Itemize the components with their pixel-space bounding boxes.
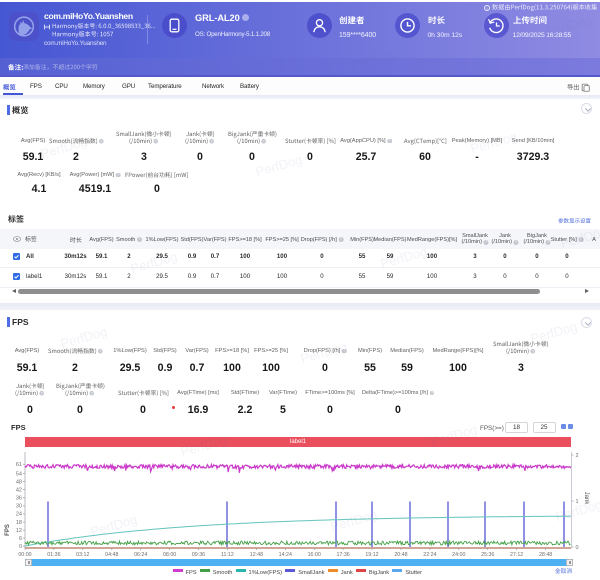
svg-text:16:00: 16:00: [308, 552, 321, 558]
svg-text:09:36: 09:36: [192, 552, 205, 558]
svg-text:61: 61: [16, 462, 22, 468]
svg-text:14:24: 14:24: [279, 552, 292, 558]
svg-text:36: 36: [16, 496, 22, 502]
svg-text:00:00: 00:00: [18, 552, 31, 558]
svg-text:12: 12: [16, 528, 22, 534]
svg-text:12:48: 12:48: [250, 552, 263, 558]
svg-text:22:24: 22:24: [423, 552, 436, 558]
svg-text:6: 6: [19, 536, 22, 542]
svg-text:24:00: 24:00: [452, 552, 465, 558]
svg-text:48: 48: [16, 479, 22, 485]
svg-text:1: 1: [576, 499, 579, 505]
svg-text:25:36: 25:36: [481, 552, 494, 558]
svg-text:18: 18: [16, 520, 22, 526]
svg-text:FPS: FPS: [5, 524, 11, 536]
svg-text:01:36: 01:36: [47, 552, 60, 558]
svg-text:20:48: 20:48: [394, 552, 407, 558]
svg-text:08:00: 08:00: [163, 552, 176, 558]
svg-text:0: 0: [19, 544, 22, 550]
svg-text:04:48: 04:48: [105, 552, 118, 558]
svg-text:19:12: 19:12: [365, 552, 378, 558]
svg-text:42: 42: [16, 488, 22, 494]
svg-text:24: 24: [16, 512, 22, 518]
svg-text:28:48: 28:48: [539, 552, 552, 558]
svg-text:03:12: 03:12: [76, 552, 89, 558]
svg-text:0: 0: [576, 545, 579, 551]
svg-text:27:12: 27:12: [510, 552, 523, 558]
svg-text:30: 30: [16, 504, 22, 510]
svg-text:54: 54: [16, 471, 22, 477]
svg-text:06:24: 06:24: [134, 552, 147, 558]
svg-text:11:12: 11:12: [221, 552, 234, 558]
svg-text:17:36: 17:36: [336, 552, 349, 558]
svg-text:Jank: Jank: [583, 492, 589, 506]
svg-text:2: 2: [576, 453, 579, 459]
